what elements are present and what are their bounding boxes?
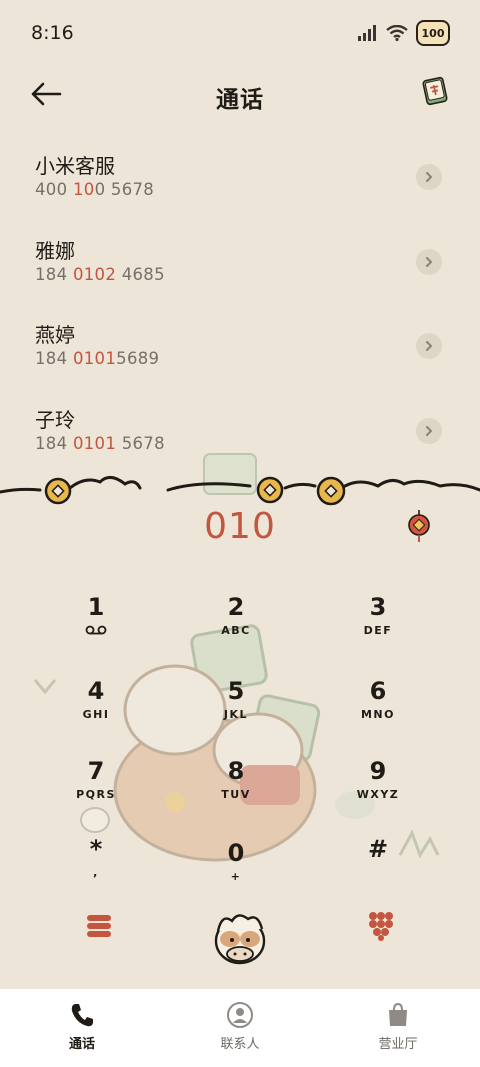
key-9[interactable]: 9 WXYZ — [318, 757, 438, 827]
keypad-toggle-button[interactable] — [368, 911, 394, 941]
page-title: 通话 — [216, 87, 264, 113]
tab-contacts[interactable]: 联系人 — [180, 1001, 300, 1052]
contact-number: 400 100 5678 — [35, 180, 155, 199]
key-star[interactable]: * , — [36, 835, 156, 905]
dialer-action-row — [0, 905, 480, 975]
details-button[interactable] — [416, 333, 442, 359]
grape-keypad-icon — [369, 912, 393, 941]
number-match-highlight: 10 — [72, 180, 95, 199]
battery-level: 100 — [421, 26, 445, 40]
key-hash[interactable]: # — [318, 835, 438, 905]
contact-name: 子玲 — [35, 407, 75, 432]
number-match-highlight: 0102 — [72, 264, 117, 284]
details-button[interactable] — [416, 248, 442, 275]
number-match-highlight: 0101 — [72, 349, 117, 368]
contact-number: 184 01015689 — [35, 349, 160, 368]
key-2[interactable]: 2 ABC — [176, 593, 296, 663]
key-7[interactable]: 7 PQRS — [36, 757, 156, 827]
key-5[interactable]: 5 JKL — [176, 677, 296, 747]
status-icons: 100 — [358, 20, 450, 46]
lantern-icon — [408, 510, 430, 542]
bottom-navigation: 通话 联系人 营业厅 — [0, 989, 480, 1067]
menu-button[interactable] — [86, 913, 112, 939]
details-button[interactable] — [416, 164, 442, 190]
status-bar: 8:16 100 — [0, 0, 480, 66]
chevron-right-icon — [426, 425, 433, 436]
mahjong-tile-button[interactable] — [420, 76, 450, 106]
key-1[interactable]: 1 — [36, 593, 156, 663]
tab-service-hall-label: 营业厅 — [378, 1037, 418, 1052]
mahjong-tile-icon — [422, 76, 448, 106]
tab-contacts-label: 联系人 — [220, 1037, 260, 1052]
menu-icon — [87, 915, 111, 937]
chevron-right-icon — [426, 341, 433, 351]
key-4[interactable]: 4 GHI — [36, 677, 156, 747]
mahjong-tile-watermark — [203, 453, 257, 495]
tab-calls[interactable]: 通话 — [22, 1001, 142, 1052]
key-3[interactable]: 3 DEF — [318, 593, 438, 663]
contact-number: 184 0102 4685 — [35, 264, 165, 284]
recent-call-item[interactable]: 燕婷 184 01015689 — [0, 307, 480, 392]
details-button[interactable] — [416, 417, 442, 444]
lantern-button[interactable] — [406, 510, 432, 544]
coin-icon — [256, 476, 284, 504]
chevron-right-icon — [426, 256, 433, 267]
recent-call-item[interactable]: 小米客服 400 100 5678 — [0, 138, 480, 223]
voicemail-icon — [85, 625, 107, 635]
recent-call-item[interactable]: 雅娜 184 0102 4685 — [0, 223, 480, 308]
contact-name: 小米客服 — [35, 154, 115, 178]
header: 通话 — [0, 70, 480, 120]
contact-name: 雅娜 — [35, 238, 75, 263]
status-time: 8:16 — [31, 22, 74, 44]
tab-service-hall[interactable]: 营业厅 — [338, 1001, 458, 1052]
call-button[interactable] — [208, 907, 272, 971]
battery-icon: 100 — [416, 20, 450, 46]
person-icon — [227, 1002, 253, 1028]
key-0[interactable]: 0 + — [176, 839, 296, 909]
key-6[interactable]: 6 MNO — [318, 677, 438, 747]
wifi-icon — [386, 25, 408, 41]
coin-icon — [44, 477, 72, 505]
chevron-right-icon — [426, 172, 433, 182]
signal-icon — [358, 25, 376, 41]
tab-calls-label: 通话 — [68, 1037, 95, 1052]
shopping-bag-icon — [389, 1002, 407, 1026]
horse-face-call-icon — [214, 914, 266, 965]
key-8[interactable]: 8 TUV — [176, 757, 296, 827]
phone-icon — [71, 1004, 93, 1027]
coin-icon — [316, 476, 346, 506]
contact-name: 燕婷 — [35, 323, 75, 347]
recent-calls-list: 小米客服 400 100 5678 雅娜 184 0102 4685 燕婷 18… — [0, 138, 480, 476]
